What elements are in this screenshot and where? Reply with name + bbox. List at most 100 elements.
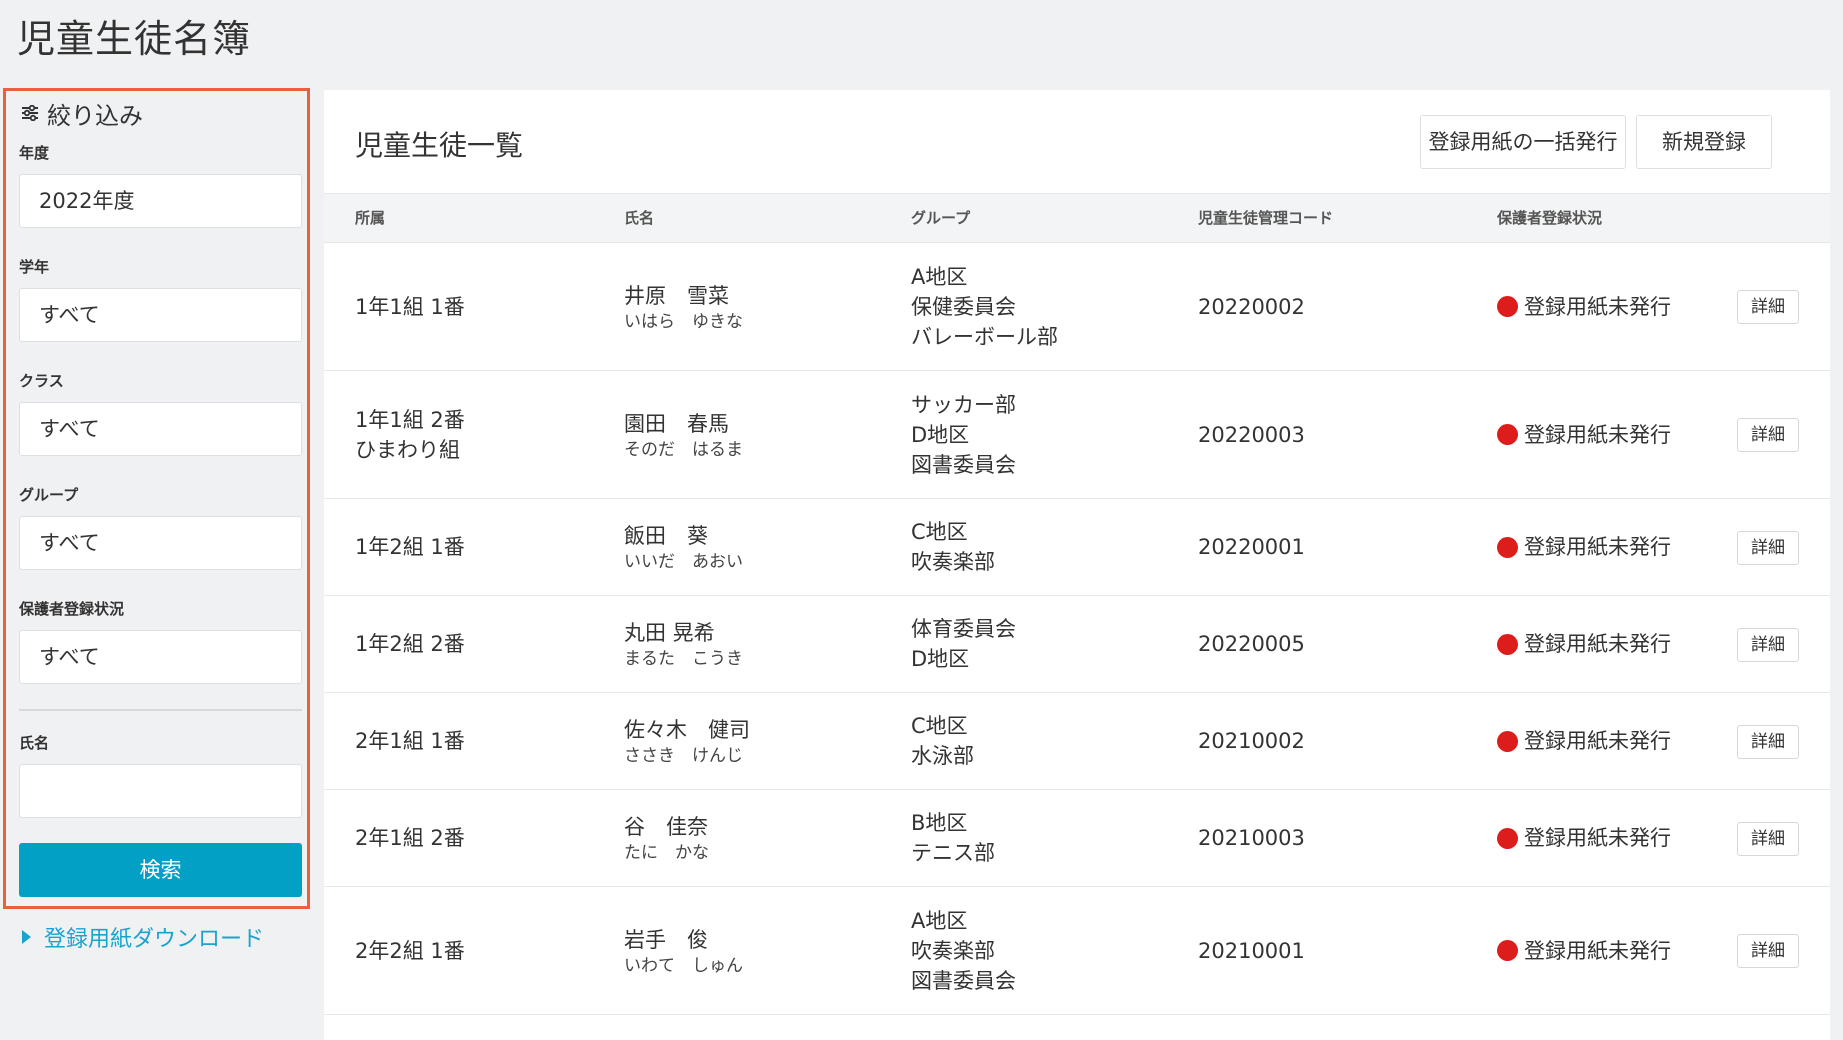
student-name-kana: たに かな: [624, 843, 709, 863]
download-forms-label: 登録用紙ダウンロード: [44, 927, 265, 952]
affiliation-text: ひまわり組: [355, 437, 460, 462]
group-text: C地区: [911, 714, 968, 738]
table-row: 2年1組 1番 佐々木 健司 ささき けんじ C地区 水泳部 20210002 …: [324, 693, 1830, 790]
name-cell: 谷 佳奈 たに かな: [624, 790, 709, 886]
detail-button[interactable]: 詳細: [1737, 725, 1799, 759]
name-input[interactable]: [19, 764, 302, 818]
status-cell: 登録用紙未発行: [1497, 243, 1671, 370]
student-name: 園田 春馬: [624, 411, 729, 436]
table-row: 2年1組 2番 谷 佳奈 たに かな B地区 テニス部 20210003 登録用…: [324, 790, 1830, 887]
status-dot-icon: [1497, 536, 1518, 558]
detail-button[interactable]: 詳細: [1737, 934, 1799, 968]
status-dot-icon: [1497, 827, 1518, 849]
student-code: 20220001: [1198, 535, 1305, 559]
table-row: 1年2組 1番 飯田 葵 いいだ あおい C地区 吹奏楽部 20220001 登…: [324, 499, 1830, 596]
student-code: 20210001: [1198, 938, 1305, 963]
affiliation-cell: 2年2組 1番: [355, 887, 465, 1014]
code-cell: 20210002: [1198, 693, 1305, 789]
affiliation-text: 1年2組 2番: [355, 632, 465, 656]
group-text: 図書委員会: [911, 452, 1016, 477]
affiliation-text: 1年2組 1番: [355, 535, 465, 559]
group-text: B地区: [911, 811, 968, 835]
group-text: サッカー部: [911, 392, 1016, 417]
guardian-status-select[interactable]: すべて: [19, 630, 302, 684]
column-header-affiliation: 所属: [355, 209, 386, 227]
column-header-guardian-status: 保護者登録状況: [1497, 209, 1603, 227]
table-row: 1年1組 1番 井原 雪菜 いはら ゆきな A地区 保健委員会 バレーボール部 …: [324, 243, 1830, 371]
search-button[interactable]: 検索: [19, 843, 302, 897]
group-cell: サッカー部 D地区 図書委員会: [911, 371, 1016, 498]
affiliation-text: 1年1組 2番: [355, 407, 465, 432]
group-text: 吹奏楽部: [911, 550, 995, 574]
status-text: 登録用紙未発行: [1524, 729, 1671, 753]
year-select[interactable]: 2022年度: [19, 174, 302, 228]
group-cell: B地区 テニス部: [911, 790, 995, 886]
class-select[interactable]: すべて: [19, 402, 302, 456]
status-badge: 登録用紙未発行: [1497, 532, 1671, 562]
status-text: 登録用紙未発行: [1524, 422, 1671, 447]
group-cell: A地区 保健委員会 バレーボール部: [911, 243, 1058, 370]
bulk-issue-button[interactable]: 登録用紙の一括発行: [1420, 115, 1626, 169]
status-badge: 登録用紙未発行: [1497, 726, 1671, 756]
download-forms-link[interactable]: 登録用紙ダウンロード: [22, 921, 264, 953]
table-row: 1年1組 2番 ひまわり組 園田 春馬 そのだ はるま サッカー部 D地区 図書…: [324, 371, 1830, 499]
status-dot-icon: [1497, 296, 1518, 317]
affiliation-text: 2年2組 1番: [355, 938, 465, 963]
page-title: 児童生徒名簿: [17, 17, 252, 61]
status-text: 登録用紙未発行: [1524, 938, 1671, 963]
status-dot-icon: [1497, 730, 1518, 752]
group-text: 吹奏楽部: [911, 938, 995, 963]
student-name: 谷 佳奈: [624, 815, 708, 839]
column-header-name: 氏名: [624, 209, 655, 227]
affiliation-cell: 1年1組 1番: [355, 243, 465, 370]
filter-divider: [19, 709, 302, 711]
filter-heading-label: 絞り込み: [47, 101, 143, 130]
group-text: A地区: [911, 264, 968, 289]
status-badge: 登録用紙未発行: [1497, 420, 1671, 450]
status-badge: 登録用紙未発行: [1497, 292, 1671, 322]
filter-panel: 絞り込み 年度 2022年度 学年 すべて クラス すべて グループ すべて 保…: [3, 88, 310, 909]
new-registration-button[interactable]: 新規登録: [1636, 115, 1772, 169]
affiliation-cell: 1年2組 2番: [355, 596, 465, 692]
name-cell: 井原 雪菜 いはら ゆきな: [624, 243, 743, 370]
table-row: 1年2組 2番 丸田 晃希 まるた こうき 体育委員会 D地区 20220005…: [324, 596, 1830, 693]
group-text: 図書委員会: [911, 968, 1016, 993]
detail-button[interactable]: 詳細: [1737, 290, 1799, 324]
name-cell: 岩手 俊 いわて しゅん: [624, 887, 743, 1014]
code-cell: 20220002: [1198, 243, 1305, 370]
column-header-group: グループ: [911, 209, 971, 227]
student-name-kana: いはら ゆきな: [624, 311, 743, 332]
code-cell: 20220003: [1198, 371, 1305, 498]
group-text: D地区: [911, 647, 970, 671]
group-select[interactable]: すべて: [19, 516, 302, 570]
student-name-kana: いいだ あおい: [624, 552, 743, 572]
status-cell: 登録用紙未発行: [1497, 887, 1671, 1014]
guardian-status-label: 保護者登録状況: [19, 600, 125, 618]
status-cell: 登録用紙未発行: [1497, 371, 1671, 498]
affiliation-text: 2年1組 1番: [355, 729, 465, 753]
year-label: 年度: [19, 144, 50, 162]
detail-button[interactable]: 詳細: [1737, 628, 1799, 662]
status-text: 登録用紙未発行: [1524, 294, 1671, 319]
caret-right-icon: [22, 930, 31, 944]
group-cell: C地区 吹奏楽部: [911, 499, 995, 595]
detail-button[interactable]: 詳細: [1737, 531, 1799, 565]
status-cell: 登録用紙未発行: [1497, 693, 1671, 789]
detail-button[interactable]: 詳細: [1737, 822, 1799, 856]
status-text: 登録用紙未発行: [1524, 535, 1671, 559]
group-cell: A地区 吹奏楽部 図書委員会: [911, 887, 1016, 1014]
student-code: 20220002: [1198, 294, 1305, 319]
panel-title: 児童生徒一覧: [355, 129, 524, 162]
student-name: 岩手 俊: [624, 927, 708, 952]
name-label: 氏名: [19, 734, 50, 752]
student-list-panel: 児童生徒一覧 登録用紙の一括発行 新規登録 所属 氏名 グループ 児童生徒管理コ…: [324, 90, 1830, 1040]
status-cell: 登録用紙未発行: [1497, 790, 1671, 886]
status-dot-icon: [1497, 424, 1518, 445]
filter-heading: 絞り込み: [21, 96, 143, 130]
grade-label: 学年: [19, 258, 50, 276]
group-text: A地区: [911, 908, 968, 933]
grade-select[interactable]: すべて: [19, 288, 302, 342]
detail-button[interactable]: 詳細: [1737, 418, 1799, 452]
table-row: 2年2組 1番 岩手 俊 いわて しゅん A地区 吹奏楽部 図書委員会 2021…: [324, 887, 1830, 1015]
status-dot-icon: [1497, 633, 1518, 655]
